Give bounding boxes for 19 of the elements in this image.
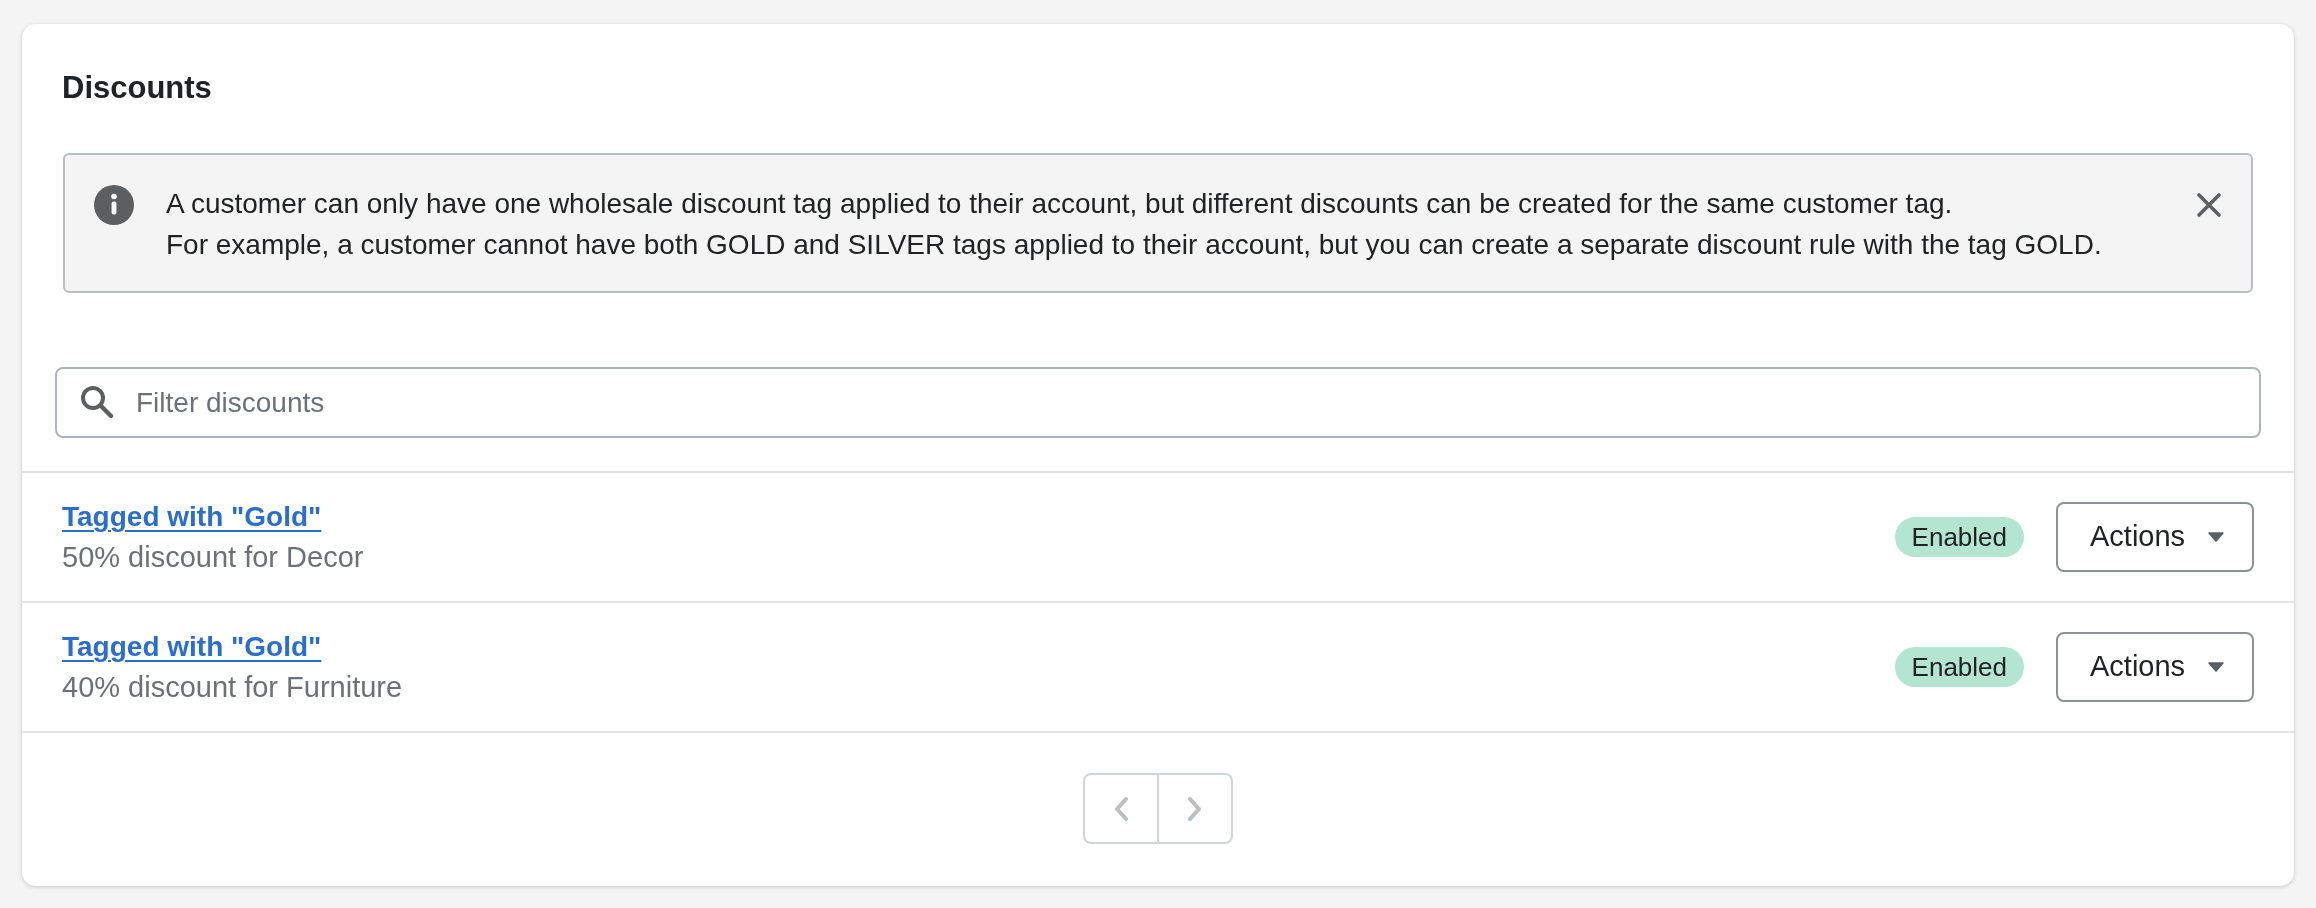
chevron-left-icon — [1113, 796, 1129, 821]
card-title: Discounts — [62, 69, 212, 107]
discount-link[interactable]: Tagged with "Gold" — [62, 627, 322, 667]
actions-button[interactable]: Actions — [2056, 502, 2254, 572]
caret-down-icon — [2208, 662, 2224, 672]
search-icon — [80, 385, 114, 419]
actions-button[interactable]: Actions — [2056, 632, 2254, 702]
search-field[interactable]: Filter discounts — [55, 367, 2261, 438]
info-icon — [94, 185, 134, 225]
discount-link[interactable]: Tagged with "Gold" — [62, 497, 322, 537]
status-badge: Enabled — [1894, 647, 2024, 687]
banner-text: A customer can only have one wholesale discount tag applied to their account, but different discounts can be created for the same customer tag. — [166, 187, 1953, 221]
status-badge: Enabled — [1894, 517, 2024, 557]
caret-down-icon — [2208, 532, 2224, 542]
banner-text: For example, a customer cannot have both GOLD and SILVER tags applied to their account, but you can create a separate discount rule with the tag GOLD. — [166, 228, 2102, 262]
discount-description: 50% discount for Decor — [62, 540, 364, 575]
close-icon — [2196, 192, 2222, 218]
discount-description: 40% discount for Furniture — [62, 670, 403, 705]
chevron-right-icon — [1187, 796, 1203, 821]
